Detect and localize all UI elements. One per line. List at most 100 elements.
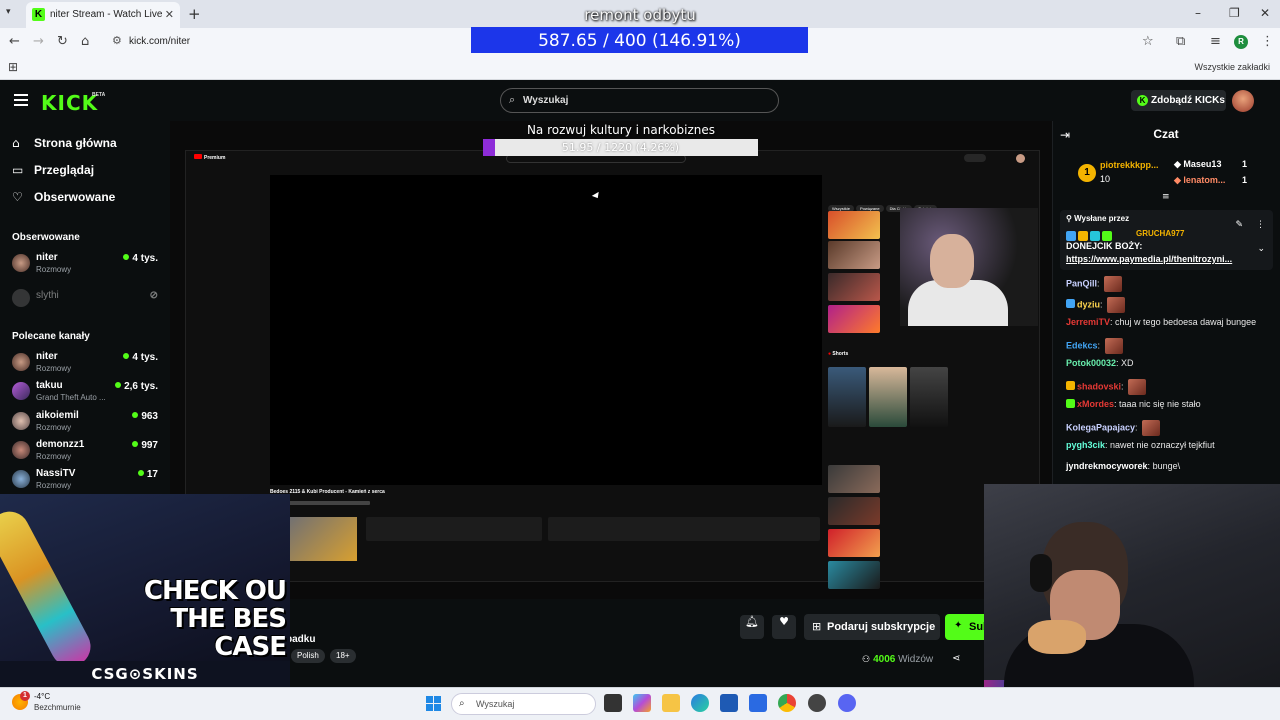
stream-category[interactable]: padku [286, 634, 315, 645]
tag-language[interactable]: Polish [291, 649, 325, 663]
chat-message: JerremiTV: chuj w tego bedoesa dawaj bun… [1066, 317, 1257, 327]
chat-badge-icon [1066, 399, 1075, 408]
share-icon[interactable]: ⋖ [952, 653, 960, 664]
ad-brand: CSG⊙SKINS [0, 661, 290, 687]
store-icon[interactable] [749, 694, 767, 712]
copilot-icon[interactable] [633, 694, 651, 712]
chat-emote [1107, 296, 1126, 313]
chat-text: chuj w tego bedoesa dawaj bungee [1115, 317, 1257, 327]
back-button[interactable]: ← [9, 34, 20, 49]
chat-username[interactable]: Potok00032 [1066, 358, 1116, 368]
search-input[interactable]: ⌕ Wyszukaj [500, 88, 779, 113]
star-icon: ✦ [954, 620, 963, 631]
chat-username[interactable]: shadovski [1077, 381, 1121, 391]
gifter-count: 1 [1242, 159, 1248, 169]
recommended-channel[interactable]: takuu Grand Theft Auto ... 2,6 tys. [12, 380, 162, 406]
chat-username[interactable]: xMordes [1077, 399, 1114, 409]
pinned-link[interactable]: https://www.paymedia.pl/thenitrozyni... [1066, 254, 1256, 264]
more-options-icon[interactable]: ⋮ [1256, 220, 1265, 230]
chat-username[interactable]: pygh3cik [1066, 440, 1105, 450]
chat-message: xMordes: taaa nic się nie stało [1066, 399, 1276, 409]
followed-channel-offline[interactable]: slythi ⊘ [12, 287, 162, 313]
reload-button[interactable]: ↻ [57, 34, 68, 49]
yt-short-thumbnail [910, 367, 948, 427]
heart-icon: ♡ [12, 190, 23, 204]
forward-button[interactable]: → [33, 34, 44, 49]
apps-grid-icon[interactable]: ⊞ [8, 60, 18, 74]
reading-list-icon[interactable]: ≡ [1210, 34, 1221, 49]
pinned-nick[interactable]: GRUCHA977 [1136, 229, 1184, 238]
all-bookmarks-link[interactable]: Wszystkie zakładki [1194, 62, 1270, 72]
home-button[interactable]: ⌂ [81, 34, 89, 49]
chat-text: nawet nie oznaczył tejkfiut [1110, 440, 1215, 450]
chat-emote [1128, 378, 1147, 395]
task-view-icon[interactable] [604, 694, 622, 712]
channel-avatar [12, 382, 30, 401]
channel-name: takuu [36, 380, 63, 392]
recommended-channel[interactable]: aikoiemil Rozmowy 963 [12, 410, 162, 436]
chrome-icon[interactable] [778, 694, 796, 712]
nav-home-label: Strona główna [34, 136, 117, 150]
channel-name: NassiTV [36, 468, 76, 480]
edge-icon[interactable] [691, 694, 709, 712]
overlay-goal-label: 587.65 / 400 (146.91%) [538, 31, 741, 51]
taskbar-search-input[interactable]: ⌕ Wyszukaj [451, 693, 596, 715]
chat-username[interactable]: dyziu [1077, 299, 1100, 309]
get-kicks-button[interactable]: K Zdobądź KICKs [1131, 90, 1226, 111]
followed-channel[interactable]: niter Rozmowy 4 tys. [12, 252, 162, 278]
bookmark-star-icon[interactable]: ☆ [1142, 34, 1154, 49]
outlook-icon[interactable] [720, 694, 738, 712]
youtube-logo: Premium [194, 154, 225, 161]
expand-gifters-icon[interactable]: ≡ [1162, 192, 1170, 202]
yt-short-thumbnail [869, 367, 907, 427]
home-icon: ⌂ [12, 136, 20, 150]
chevron-down-icon[interactable]: ⌄ [1257, 244, 1265, 254]
discord-icon[interactable] [838, 694, 856, 712]
file-explorer-icon[interactable] [662, 694, 680, 712]
chat-username[interactable]: KolegaPapajacy [1066, 422, 1135, 432]
search-icon: ⌕ [459, 698, 465, 709]
notification-bell-icon[interactable]: 🔔︎ [740, 615, 764, 639]
chat-message: pygh3cik: nawet nie oznaczył tejkfiut [1066, 440, 1215, 450]
pinned-message[interactable]: ⚲ Wysłane przez GRUCHA977 DONEJCIK BOŻY:… [1060, 210, 1273, 270]
chat-username[interactable]: Edekcs [1066, 340, 1098, 350]
recommended-channel[interactable]: demonzz1 Rozmowy 997 [12, 439, 162, 465]
menu-icon[interactable] [14, 94, 28, 106]
gifter-name[interactable]: piotrekkkpp... [1100, 160, 1159, 170]
extensions-icon[interactable]: ⧉ [1176, 34, 1185, 49]
browse-icon: ▭ [12, 163, 24, 177]
yt-thumbnail [828, 497, 880, 525]
chat-text: bunge\ [1152, 460, 1181, 471]
yt-thumbnail [828, 305, 880, 333]
pin-icon[interactable]: ✎ [1235, 220, 1243, 230]
profile-avatar[interactable]: R [1234, 35, 1248, 49]
windows-start-icon[interactable] [426, 696, 442, 712]
channel-name: slythi [36, 290, 59, 301]
chat-username[interactable]: PanQill [1066, 278, 1097, 288]
nav-home[interactable]: ⌂ Strona główna [12, 136, 117, 150]
channel-viewers: 997 [132, 440, 158, 451]
site-info-icon[interactable]: ⚙ [112, 34, 122, 47]
kick-logo[interactable]: KICK [41, 91, 98, 115]
browser-menu-icon[interactable]: ⋮ [1261, 34, 1274, 49]
chat-username[interactable]: JerremiTV [1066, 317, 1110, 327]
nav-following[interactable]: ♡ Obserwowane [12, 190, 115, 204]
nav-following-label: Obserwowane [34, 190, 116, 204]
yt-video-player [270, 175, 822, 485]
channel-avatar [12, 289, 30, 307]
nav-browse[interactable]: ▭ Przeglądaj [12, 163, 94, 177]
gift-subs-button[interactable]: ⊞ Podaruj subskrypcje [804, 614, 940, 640]
channel-avatar [12, 254, 30, 272]
user-avatar[interactable] [1232, 90, 1254, 112]
channel-category: Grand Theft Auto ... [36, 393, 106, 403]
gifter-name[interactable]: ◆ Maseu13 [1174, 159, 1221, 170]
follow-heart-icon[interactable]: ♥ [772, 615, 796, 639]
gifter-name[interactable]: ◆ lenatom... [1174, 175, 1225, 186]
tag-age[interactable]: 18+ [330, 649, 356, 663]
recommended-channel[interactable]: niter Rozmowy 4 tys. [12, 351, 162, 377]
chat-username[interactable]: jyndrekmocyworek [1066, 461, 1148, 471]
recommended-channel[interactable]: NassiTV Rozmowy 17 [12, 468, 162, 494]
obs-icon[interactable] [808, 694, 826, 712]
channel-category: Rozmowy [36, 422, 72, 432]
taskbar-search-placeholder: Wyszukaj [476, 699, 515, 709]
